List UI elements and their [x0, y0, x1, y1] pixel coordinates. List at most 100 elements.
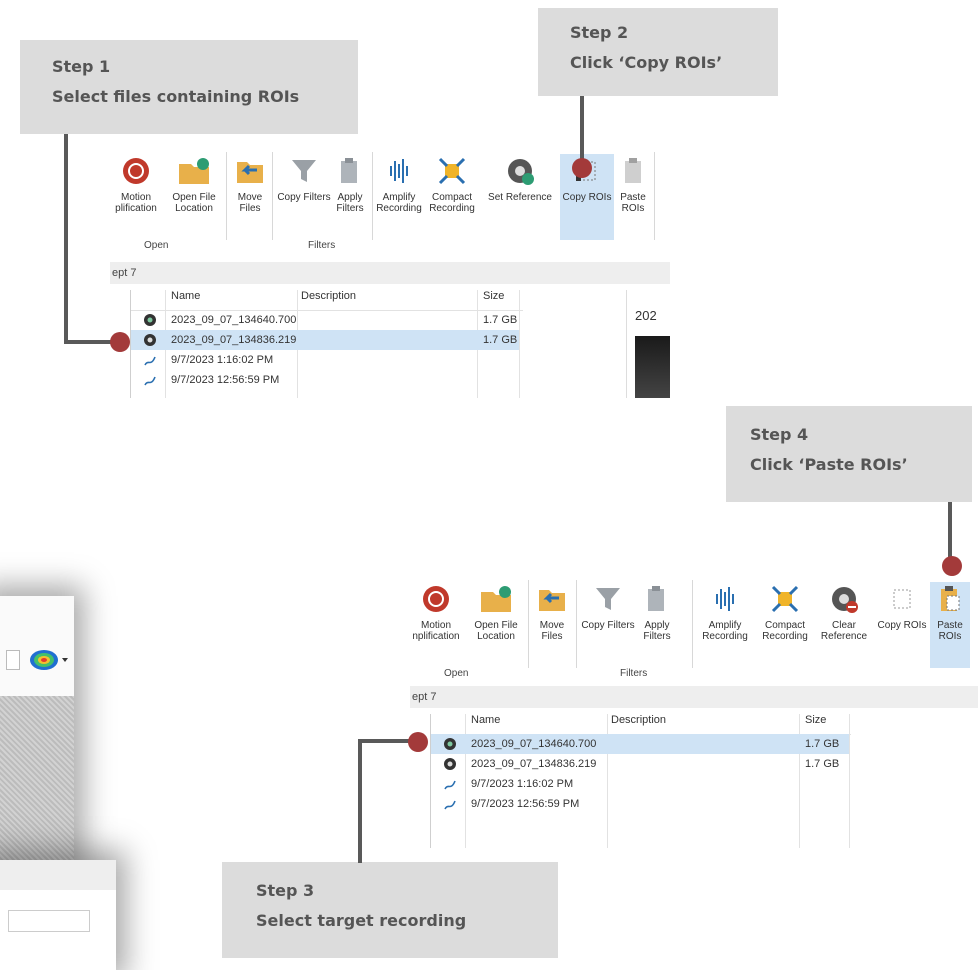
- callout-step1: Step 1 Select files containing ROIs: [20, 40, 358, 134]
- background-dialog-fragment: [0, 860, 116, 970]
- motion-amplification-icon: [423, 586, 449, 612]
- table-row[interactable]: 2023_09_07_134640.700 1.7 GB: [131, 310, 519, 330]
- button-label-1: Copy ROIs: [877, 620, 927, 631]
- bottom-compact-recording-button[interactable]: Compact Recording: [756, 582, 814, 642]
- button-label-1: Paste: [620, 192, 646, 203]
- button-label-1: Apply: [337, 192, 363, 203]
- file-list: Name Description Size 2023_09_07_134640.…: [130, 290, 523, 398]
- group-label-open: Open: [144, 240, 169, 251]
- button-label-1: Move: [237, 192, 263, 203]
- top-motion-amplification-button[interactable]: Motion plification: [110, 154, 162, 214]
- button-label-1: Motion: [120, 192, 151, 203]
- button-label-1: Paste: [937, 620, 963, 631]
- recording-icon: [444, 758, 456, 770]
- step3-marker: [408, 732, 428, 752]
- button-label-2: Location: [477, 631, 515, 642]
- file-name: 9/7/2023 1:16:02 PM: [171, 354, 274, 366]
- column-header-size[interactable]: Size: [805, 714, 826, 734]
- button-label-2: plification: [115, 203, 157, 214]
- step2-marker: [572, 158, 592, 178]
- group-label-filters: Filters: [620, 668, 648, 679]
- top-set-reference-button[interactable]: Set Reference: [482, 154, 558, 203]
- callout-step4-title: Step 4: [750, 425, 809, 444]
- bottom-copy-rois-button[interactable]: Copy ROIs: [874, 582, 930, 631]
- button-label-2: Filters: [336, 203, 364, 214]
- top-paste-rois-button[interactable]: Paste ROIs: [616, 154, 650, 214]
- callout-step2: Step 2 Click ‘Copy ROIs’: [538, 8, 778, 96]
- paste-rois-icon: [941, 586, 960, 611]
- table-row-selected[interactable]: 2023_09_07_134836.219 1.7 GB: [131, 330, 519, 350]
- bottom-amplify-recording-button[interactable]: Amplify Recording: [698, 582, 752, 642]
- recording-icon: [144, 334, 156, 346]
- column-header-size[interactable]: Size: [483, 290, 504, 310]
- button-label-1: Move: [539, 620, 565, 631]
- paste-rois-icon: [625, 158, 641, 183]
- table-row[interactable]: 9/7/2023 12:56:59 PM: [431, 794, 849, 814]
- set-reference-icon: [508, 159, 534, 185]
- bottom-apply-filters-button[interactable]: Apply Filters: [638, 582, 676, 642]
- button-label-2: Reference: [820, 631, 868, 642]
- callout-step1-text: Select files containing ROIs: [52, 87, 300, 106]
- button-label-1: Motion: [420, 620, 451, 631]
- fragment-image: [0, 696, 74, 866]
- table-row[interactable]: 9/7/2023 1:16:02 PM: [131, 350, 519, 370]
- file-size: 1.7 GB: [805, 758, 840, 770]
- file-name: 9/7/2023 12:56:59 PM: [171, 374, 280, 386]
- top-compact-recording-button[interactable]: Compact Recording: [424, 154, 480, 214]
- filter-icon: [596, 588, 620, 610]
- button-label-2: Recording: [429, 203, 475, 214]
- heatmap-palette-icon[interactable]: [24, 646, 68, 674]
- top-copy-filters-button[interactable]: Copy Filters: [274, 154, 334, 203]
- table-row-selected[interactable]: 2023_09_07_134640.700 1.7 GB: [431, 734, 849, 754]
- top-amplify-recording-button[interactable]: Amplify Recording: [374, 154, 424, 214]
- file-name: 2023_09_07_134836.219: [171, 334, 297, 346]
- table-row[interactable]: 9/7/2023 1:16:02 PM: [431, 774, 849, 794]
- waveform-file-icon: [444, 780, 456, 790]
- button-label-1: Apply: [644, 620, 670, 631]
- button-label-2: ROIs: [938, 631, 962, 642]
- file-size: 1.7 GB: [483, 334, 518, 346]
- button-label-1: Copy Filters: [277, 192, 331, 203]
- top-open-file-location-button[interactable]: Open File Location: [166, 154, 222, 214]
- file-name: 9/7/2023 12:56:59 PM: [471, 798, 580, 810]
- button-label-1: Amplify: [382, 192, 416, 203]
- compact-icon: [438, 157, 466, 185]
- background-window-fragment: [0, 596, 74, 866]
- top-apply-filters-button[interactable]: Apply Filters: [332, 154, 368, 214]
- folder-open-icon: [481, 586, 511, 612]
- column-header-name[interactable]: Name: [171, 290, 200, 310]
- table-row[interactable]: 9/7/2023 12:56:59 PM: [131, 370, 519, 390]
- folder-open-icon: [179, 158, 209, 184]
- callout-step2-text: Click ‘Copy ROIs’: [570, 53, 723, 72]
- button-label-2: Recording: [376, 203, 422, 214]
- bottom-copy-filters-button[interactable]: Copy Filters: [578, 582, 638, 631]
- callout-step4: Step 4 Click ‘Paste ROIs’: [726, 406, 972, 502]
- button-label-1: Set Reference: [488, 192, 552, 203]
- button-label-1: Open File: [172, 192, 216, 203]
- bottom-open-file-location-button[interactable]: Open File Location: [468, 582, 524, 642]
- dropdown-arrow-icon[interactable]: [6, 650, 20, 670]
- top-move-files-button[interactable]: Move Files: [230, 154, 270, 214]
- bottom-paste-rois-button[interactable]: Paste ROIs: [930, 582, 970, 668]
- apply-filter-icon: [341, 158, 357, 183]
- step1-marker: [110, 332, 130, 352]
- button-label-2: Recording: [762, 631, 808, 642]
- file-size: 1.7 GB: [483, 314, 518, 326]
- column-header-name[interactable]: Name: [471, 714, 500, 734]
- file-size: 1.7 GB: [805, 738, 840, 750]
- motion-amplification-icon: [123, 158, 149, 184]
- column-header-description[interactable]: Description: [301, 290, 356, 310]
- clear-reference-icon: [832, 587, 858, 613]
- button-label-2: Files: [541, 631, 563, 642]
- button-label-1: Open File: [474, 620, 518, 631]
- bottom-clear-reference-button[interactable]: Clear Reference: [816, 582, 872, 642]
- waveform-file-icon: [444, 800, 456, 810]
- compact-icon: [771, 585, 799, 613]
- column-header-description[interactable]: Description: [611, 714, 666, 734]
- file-name: 2023_09_07_134640.700: [171, 314, 297, 326]
- bottom-move-files-button[interactable]: Move Files: [532, 582, 572, 642]
- button-label-1: Compact: [431, 192, 472, 203]
- bottom-motion-amplification-button[interactable]: Motion nplification: [410, 582, 462, 642]
- button-label-2: nplification: [412, 631, 460, 642]
- table-row[interactable]: 2023_09_07_134836.219 1.7 GB: [431, 754, 849, 774]
